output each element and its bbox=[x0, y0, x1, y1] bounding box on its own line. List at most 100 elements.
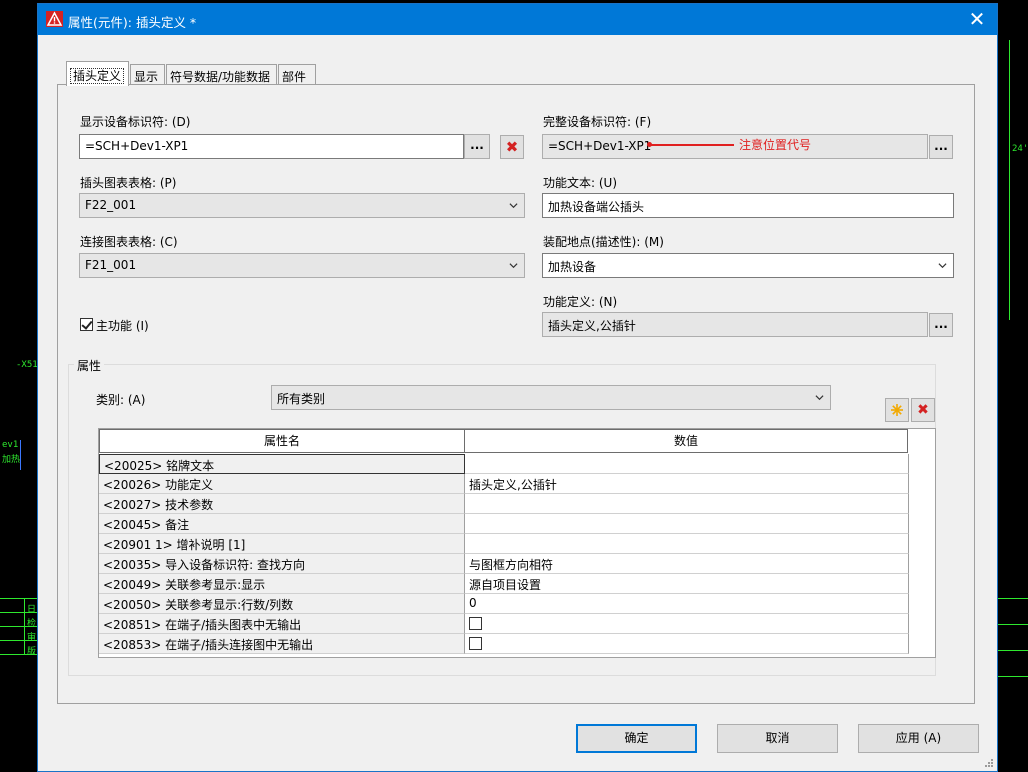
property-checkbox[interactable] bbox=[469, 636, 482, 650]
chevron-down-icon bbox=[938, 263, 947, 269]
cad-line bbox=[1009, 40, 1010, 320]
tab-label: 部件 bbox=[282, 70, 307, 84]
plug-chart-select[interactable]: F22_001 bbox=[79, 193, 525, 218]
cad-line bbox=[998, 650, 1028, 651]
property-name-cell[interactable]: <20050> 关联参考显示:行数/列数 bbox=[99, 594, 465, 614]
window-title: 属性(元件): 插头定义 * bbox=[68, 15, 197, 30]
cancel-button[interactable]: 取消 bbox=[717, 724, 838, 753]
cad-line bbox=[20, 440, 21, 470]
full-id-browse-button[interactable]: ... bbox=[929, 135, 953, 159]
tab-parts[interactable]: 部件 bbox=[278, 64, 316, 85]
table-row[interactable]: <20050> 关联参考显示:行数/列数 0 bbox=[99, 594, 909, 614]
annotation-line bbox=[650, 144, 734, 146]
property-name-cell[interactable]: <20026> 功能定义 bbox=[99, 474, 465, 494]
property-name-cell[interactable]: <20853> 在端子/插头连接图中无输出 bbox=[99, 634, 465, 654]
func-text-input[interactable]: 加热设备端公插头 bbox=[542, 193, 954, 218]
cad-side-label: 日 bbox=[27, 605, 37, 615]
full-id-input[interactable]: =SCH+Dev1-XP1 bbox=[542, 134, 928, 159]
warning-app-icon bbox=[46, 11, 63, 27]
tab-label: 符号数据/功能数据 bbox=[170, 70, 271, 84]
func-text-label: 功能文本: (U) bbox=[543, 176, 618, 190]
main-function-label: 主功能 (I) bbox=[96, 319, 149, 333]
properties-dialog: 属性(元件): 插头定义 * ✕ 插头定义 显示 符号数据/功能数据 部件 显示… bbox=[37, 3, 998, 772]
table-row[interactable]: <20851> 在端子/插头图表中无输出 bbox=[99, 614, 909, 634]
annotation-text: 注意位置代号 bbox=[739, 138, 812, 152]
cad-side-label: 版 bbox=[27, 647, 37, 657]
chevron-down-icon bbox=[509, 263, 518, 269]
cad-label: ev1 bbox=[2, 440, 19, 450]
properties-group-title: 属性 bbox=[74, 357, 105, 374]
mount-location-label: 装配地点(描述性): (M) bbox=[543, 235, 664, 249]
category-select[interactable]: 所有类别 bbox=[271, 385, 831, 410]
table-row[interactable]: <20853> 在端子/插头连接图中无输出 bbox=[99, 634, 909, 654]
tab-display[interactable]: 显示 bbox=[130, 64, 165, 85]
cad-line bbox=[998, 598, 1028, 599]
property-value-cell[interactable]: 插头定义,公插针 bbox=[465, 474, 909, 494]
property-value-cell[interactable]: 与图框方向相符 bbox=[465, 554, 909, 574]
property-value-cell[interactable] bbox=[465, 634, 909, 654]
ok-button[interactable]: 确定 bbox=[576, 724, 697, 753]
property-name-cell[interactable]: <20851> 在端子/插头图表中无输出 bbox=[99, 614, 465, 634]
cad-label: 加热 bbox=[2, 455, 21, 465]
cad-line bbox=[24, 598, 25, 654]
table-row[interactable]: <20045> 备注 bbox=[99, 514, 909, 534]
delete-property-icon[interactable]: ✖ bbox=[911, 398, 935, 422]
cad-line bbox=[998, 676, 1028, 677]
chevron-down-icon bbox=[815, 395, 824, 401]
col-header-name[interactable]: 属性名 bbox=[99, 429, 465, 453]
property-value-cell[interactable]: 源自项目设置 bbox=[465, 574, 909, 594]
table-row[interactable]: <20035> 导入设备标识符: 查找方向 与图框方向相符 bbox=[99, 554, 909, 574]
table-row[interactable]: <20026> 功能定义 插头定义,公插针 bbox=[99, 474, 909, 494]
apply-button[interactable]: 应用 (A) bbox=[858, 724, 979, 753]
table-row[interactable]: <20901 1> 增补说明 [1] bbox=[99, 534, 909, 554]
category-value: 所有类别 bbox=[277, 392, 326, 406]
func-def-label: 功能定义: (N) bbox=[543, 295, 618, 309]
cad-label: -X51 bbox=[16, 360, 38, 370]
chevron-down-icon bbox=[509, 203, 518, 209]
property-value-cell[interactable] bbox=[465, 534, 909, 554]
display-id-label: 显示设备标识符: (D) bbox=[80, 115, 191, 129]
property-name-cell[interactable]: <20901 1> 增补说明 [1] bbox=[99, 534, 465, 554]
property-value-cell[interactable] bbox=[465, 614, 909, 634]
cad-line bbox=[0, 598, 37, 599]
table-row[interactable]: <20027> 技术参数 bbox=[99, 494, 909, 514]
plug-chart-value: F22_001 bbox=[85, 198, 137, 212]
new-property-button[interactable] bbox=[885, 398, 909, 422]
property-checkbox[interactable] bbox=[469, 616, 482, 630]
property-name-cell[interactable]: <20035> 导入设备标识符: 查找方向 bbox=[99, 554, 465, 574]
tab-label: 显示 bbox=[134, 70, 159, 84]
tab-plug-definition[interactable]: 插头定义 bbox=[66, 61, 129, 86]
property-name-cell[interactable]: <20025> 铭牌文本 bbox=[99, 454, 465, 474]
property-value-cell[interactable] bbox=[465, 514, 909, 534]
tab-symbol-data[interactable]: 符号数据/功能数据 bbox=[166, 64, 277, 85]
property-value-cell[interactable]: 0 bbox=[465, 594, 909, 614]
new-star-icon bbox=[891, 404, 903, 416]
close-icon[interactable]: ✕ bbox=[965, 7, 989, 31]
delete-icon[interactable]: ✖ bbox=[500, 135, 524, 159]
col-header-value[interactable]: 数值 bbox=[464, 429, 908, 453]
conn-chart-select[interactable]: F21_001 bbox=[79, 253, 525, 278]
mount-location-select[interactable]: 加热设备 bbox=[542, 253, 954, 278]
func-def-input[interactable]: 插头定义,公插针 bbox=[542, 312, 928, 337]
property-value-cell[interactable] bbox=[465, 454, 909, 474]
category-label: 类别: (A) bbox=[96, 393, 146, 407]
property-name-cell[interactable]: <20027> 技术参数 bbox=[99, 494, 465, 514]
conn-chart-label: 连接图表表格: (C) bbox=[80, 235, 178, 249]
conn-chart-value: F21_001 bbox=[85, 258, 137, 272]
table-row[interactable]: <20025> 铭牌文本 bbox=[99, 454, 909, 474]
resize-grip-icon[interactable] bbox=[984, 758, 994, 768]
table-row[interactable]: <20049> 关联参考显示:显示 源自项目设置 bbox=[99, 574, 909, 594]
cad-side-label: 审 bbox=[27, 633, 37, 643]
property-value-cell[interactable] bbox=[465, 494, 909, 514]
title-bar[interactable]: 属性(元件): 插头定义 * ✕ bbox=[38, 4, 997, 35]
cad-side-label: 检 bbox=[27, 619, 37, 629]
display-id-browse-button[interactable]: ... bbox=[464, 134, 490, 159]
tab-label: 插头定义 bbox=[70, 68, 125, 84]
property-name-cell[interactable]: <20045> 备注 bbox=[99, 514, 465, 534]
display-id-input[interactable]: =SCH+Dev1-XP1 bbox=[79, 134, 464, 159]
property-name-cell[interactable]: <20049> 关联参考显示:显示 bbox=[99, 574, 465, 594]
main-function-checkbox[interactable] bbox=[80, 318, 93, 331]
func-def-browse-button[interactable]: ... bbox=[929, 313, 953, 337]
properties-table: 属性名 数值 <20025> 铭牌文本 <20026> 功能定义 插头定义,公插针 <… bbox=[98, 428, 936, 658]
cad-line bbox=[998, 624, 1028, 625]
